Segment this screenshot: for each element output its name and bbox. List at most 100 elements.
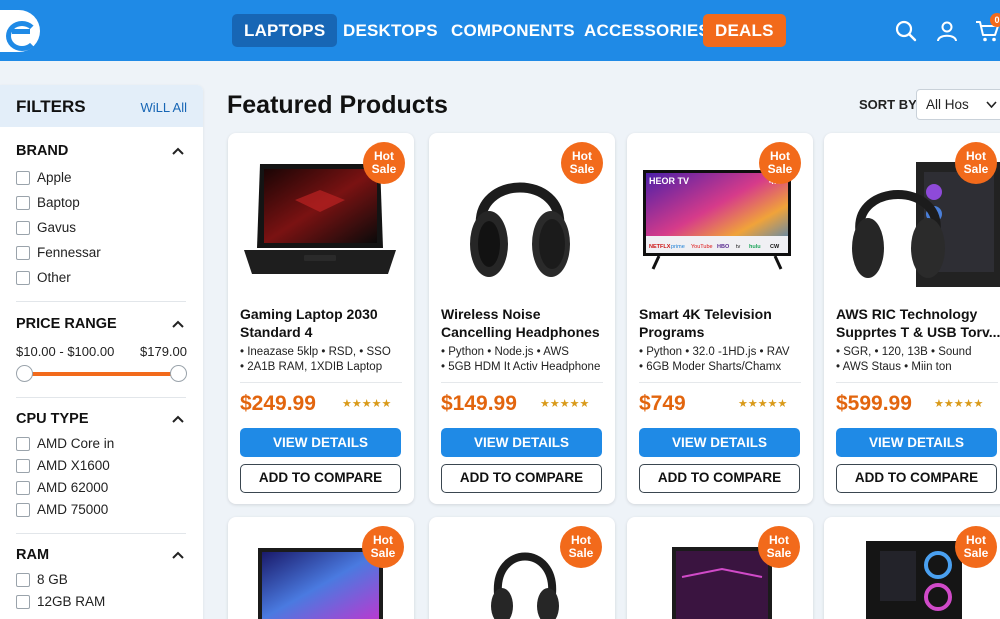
headphones-icon: [491, 552, 559, 619]
price-filter-title[interactable]: PRICE RANGE: [16, 316, 117, 332]
brand-checkbox-gavus[interactable]: [16, 221, 30, 235]
product-price: $749: [639, 392, 686, 415]
hot-sale-badge: Hot Sale: [560, 526, 602, 568]
cpu-checkbox-2[interactable]: [16, 459, 30, 473]
price-max-label: $179.00: [140, 344, 187, 359]
view-details-button[interactable]: VIEW DETAILS: [441, 428, 602, 457]
store-logo[interactable]: [0, 10, 40, 52]
nav-deals[interactable]: DEALS: [703, 14, 786, 47]
card-divider: [836, 382, 998, 383]
hot-sale-badge: Hot Sale: [759, 142, 801, 184]
product-spec-line: • Python • Node.js • AWS: [441, 346, 569, 358]
hot-sale-badge: Hot Sale: [758, 526, 800, 568]
add-to-compare-button[interactable]: ADD TO COMPARE: [639, 464, 800, 493]
ram-option-label: 12GB RAM: [37, 594, 106, 609]
add-to-compare-button[interactable]: ADD TO COMPARE: [240, 464, 401, 493]
ram-checkbox-12gb[interactable]: [16, 595, 30, 609]
filters-header: FILTERS WiLL All: [0, 85, 203, 127]
brand-filter-title[interactable]: BRAND: [16, 143, 68, 159]
hot-sale-badge: Hot Sale: [955, 142, 997, 184]
rating-stars: ★★★★★: [738, 398, 788, 410]
product-spec-line: • SGR, • 120, 13B • Sound: [836, 346, 972, 358]
brand-option-label: Fennessar: [37, 245, 101, 260]
top-navigation-bar: LAPTOPS DESKTOPS COMPONENTS ACCESSORIES …: [0, 0, 1000, 61]
brand-option-label: Gavus: [37, 220, 77, 235]
product-spec-line: • Ineazase 5klp • RSD, • SSO: [240, 346, 391, 358]
product-spec-line: • 2A1B RAM, 1XDIB Laptop: [240, 361, 383, 373]
product-spec-line: • AWS Staus • Miin ton: [836, 361, 952, 373]
page-title: Featured Products: [227, 91, 448, 119]
rating-stars: ★★★★★: [540, 398, 590, 410]
product-price: $249.99: [240, 392, 316, 415]
tv-icon: HEOR TV 4K NETFLX prime YouTube HBO tv h…: [643, 170, 791, 270]
product-spec-line: • 5GB HDM It Activ Headphone: [441, 361, 601, 373]
chevron-up-icon[interactable]: [172, 320, 184, 328]
cpu-option-label: AMD 62000: [37, 480, 109, 495]
filters-title: FILTERS: [16, 97, 86, 116]
headphones-icon: [470, 182, 570, 277]
view-details-button[interactable]: VIEW DETAILS: [639, 428, 800, 457]
tv-app-tile: hulu: [749, 244, 761, 250]
cpu-option-label: AMD Core in: [37, 436, 115, 451]
brand-checkbox-fennessar[interactable]: [16, 246, 30, 260]
hot-sale-badge: Hot Sale: [955, 526, 997, 568]
chevron-up-icon[interactable]: [172, 147, 184, 155]
sort-by-label: SORT BY: [859, 97, 917, 112]
nav-laptops[interactable]: LAPTOPS: [232, 14, 338, 47]
tv-brand-text: HEOR TV: [649, 176, 689, 186]
price-slider-track[interactable]: [24, 372, 178, 376]
brand-option-label: Other: [37, 270, 71, 285]
ram-option-label: 8 GB: [37, 572, 68, 587]
hot-sale-badge: Hot Sale: [362, 526, 404, 568]
brand-checkbox-baptop[interactable]: [16, 196, 30, 210]
brand-checkbox-apple[interactable]: [16, 171, 30, 185]
tv-app-tile: NETFLX: [649, 244, 671, 250]
cpu-checkbox-3[interactable]: [16, 481, 30, 495]
chevron-up-icon[interactable]: [172, 415, 184, 423]
rating-stars: ★★★★★: [342, 398, 392, 410]
tv-app-tile: CW: [770, 244, 780, 250]
product-title[interactable]: Smart 4K Television Programs: [639, 305, 809, 341]
product-spec-line: • 6GB Moder Sharts/Chamx: [639, 361, 782, 373]
tv-app-tile: prime: [671, 244, 685, 250]
price-slider-min-handle[interactable]: [16, 365, 33, 382]
cpu-option-label: AMD X1600: [37, 458, 110, 473]
user-account-icon[interactable]: [935, 19, 959, 43]
product-title[interactable]: AWS RIC Technology Supprtes T & USB Torv…: [836, 305, 1000, 341]
tv-app-tile: tv: [736, 244, 741, 250]
view-details-button[interactable]: VIEW DETAILS: [836, 428, 997, 457]
product-spec-line: • Python • 32.0 -1HD.js • RAV: [639, 346, 790, 358]
laptop-icon: [672, 547, 772, 619]
add-to-compare-button[interactable]: ADD TO COMPARE: [441, 464, 602, 493]
brand-checkbox-other[interactable]: [16, 271, 30, 285]
brand-option-label: Baptop: [37, 195, 80, 210]
brand-option-label: Apple: [37, 170, 72, 185]
product-title[interactable]: Wireless Noise Cancelling Headphones: [441, 305, 611, 341]
chevron-up-icon[interactable]: [172, 551, 184, 559]
section-divider: [16, 301, 186, 302]
cpu-filter-title[interactable]: CPU TYPE: [16, 411, 89, 427]
rating-stars: ★★★★★: [934, 398, 984, 410]
product-title[interactable]: Gaming Laptop 2030 Standard 4: [240, 305, 410, 341]
card-divider: [240, 382, 402, 383]
card-divider: [441, 382, 603, 383]
price-range-label: $10.00 - $100.00: [16, 344, 115, 359]
price-slider-max-handle[interactable]: [170, 365, 187, 382]
nav-components[interactable]: COMPONENTS: [439, 14, 587, 47]
search-icon[interactable]: [894, 19, 918, 43]
cpu-checkbox-1[interactable]: [16, 437, 30, 451]
nav-accessories[interactable]: ACCESSORIES: [572, 14, 722, 47]
cpu-checkbox-4[interactable]: [16, 503, 30, 517]
nav-desktops[interactable]: DESKTOPS: [331, 14, 450, 47]
clear-filters-link[interactable]: WiLL All: [141, 100, 187, 115]
view-details-button[interactable]: VIEW DETAILS: [240, 428, 401, 457]
add-to-compare-button[interactable]: ADD TO COMPARE: [836, 464, 997, 493]
tv-app-tile: YouTube: [691, 244, 713, 250]
tv-app-tile: HBO: [717, 244, 730, 250]
ram-filter-title[interactable]: RAM: [16, 547, 49, 563]
hot-sale-badge: Hot Sale: [561, 142, 603, 184]
card-divider: [639, 382, 801, 383]
chevron-down-icon[interactable]: [986, 101, 997, 108]
ram-checkbox-8gb[interactable]: [16, 573, 30, 587]
product-price: $599.99: [836, 392, 912, 415]
